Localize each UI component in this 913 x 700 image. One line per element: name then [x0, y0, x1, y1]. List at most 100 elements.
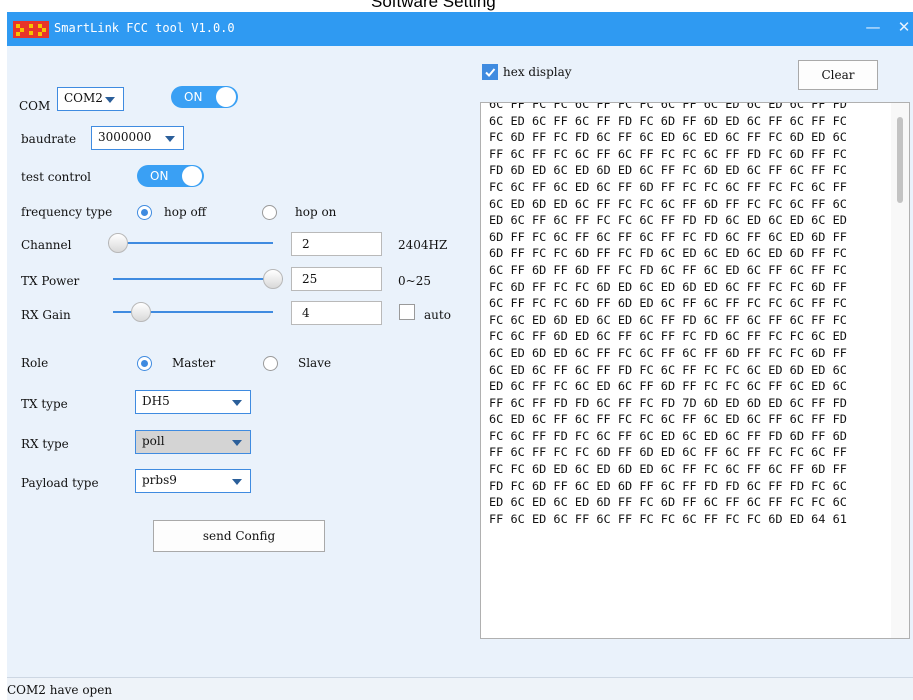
auto-checkbox[interactable]: [399, 304, 415, 320]
hex-line: FC 6D FF FC FC 6D ED 6C ED 6D ED 6C FF F…: [489, 279, 847, 294]
chevron-down-icon: [232, 479, 242, 485]
chevron-down-icon: [165, 136, 175, 142]
payload-type-select[interactable]: prbs9: [135, 469, 251, 493]
tx-power-field[interactable]: 25: [291, 267, 382, 291]
com-toggle-label: ON: [184, 90, 203, 104]
hex-display-label: hex display: [503, 65, 572, 79]
chevron-down-icon: [232, 440, 242, 446]
window-title: SmartLink FCC tool V1.0.0: [54, 21, 235, 35]
hex-line: 6C ED 6C FF 6C FF FD FC 6C FF FC FC 6C E…: [489, 362, 847, 377]
chevron-down-icon: [232, 400, 242, 406]
clear-button[interactable]: Clear: [798, 60, 878, 90]
hex-line: FF 6C FF FC FC 6D FF 6D ED 6C FF 6C FF F…: [489, 445, 847, 460]
tx-power-slider-track: [113, 278, 283, 280]
rx-type-select-value: poll: [142, 434, 165, 448]
tx-power-range: 0~25: [398, 274, 431, 288]
caption-text: Software Setting: [371, 0, 496, 11]
hex-line: ED 6C FF 6C FF FC FC 6C FF FD FD 6C ED 6…: [489, 213, 847, 228]
hex-line: 6D FF FC FC 6D FF FC FD 6C ED 6C ED 6C E…: [489, 246, 847, 261]
slave-radio[interactable]: [263, 356, 278, 371]
app-logo-icon: [13, 21, 49, 38]
hex-line: 6D FF FC 6C FF 6C FF 6C FF FC FD 6C FF 6…: [489, 229, 847, 244]
com-label: COM: [19, 99, 51, 113]
master-label: Master: [172, 356, 216, 370]
com-select-value: COM2: [64, 91, 103, 105]
channel-field[interactable]: 2: [291, 232, 382, 256]
hex-line: FC 6D FF FC FD 6C FF 6C ED 6C ED 6C FF F…: [489, 130, 847, 145]
slave-label: Slave: [298, 356, 332, 370]
scrollbar-thumb[interactable]: [897, 117, 903, 203]
hex-line: 6C FF 6D FF 6D FF FC FD 6C FF 6C ED 6C F…: [489, 262, 847, 277]
hop-on-radio[interactable]: [262, 205, 277, 220]
test-control-toggle-knob: [182, 166, 202, 186]
hex-line: FF 6C FF FC 6C FF 6C FF FC FC 6C FF FD F…: [489, 146, 847, 161]
hex-line: 6C ED 6C FF 6C FF FC FC 6C FF 6C ED 6C F…: [489, 412, 847, 427]
com-toggle-knob: [216, 87, 236, 107]
channel-slider-track: [108, 242, 273, 244]
main-panel: COM COM2 ON baudrate 3000000 test contro…: [7, 46, 913, 677]
rx-gain-label: RX Gain: [21, 308, 71, 322]
rx-type-select[interactable]: poll: [135, 430, 251, 454]
channel-field-value: 2: [302, 237, 310, 251]
window-titlebar[interactable]: SmartLink FCC tool V1.0.0 — ✕: [7, 12, 913, 46]
hex-line: FC 6C FF 6C ED 6C FF 6D FF FC FC 6C FF F…: [489, 179, 847, 194]
hex-line: 6C ED 6D ED 6C FF FC FC 6C FF 6D FF FC F…: [489, 196, 847, 211]
hex-line: 6C ED 6C FF 6C FF FD FC 6D FF 6D ED 6C F…: [489, 113, 847, 128]
master-radio[interactable]: [137, 356, 152, 371]
hex-line: 6C ED 6D ED 6C FF FC 6C FF 6C FF 6D FF F…: [489, 345, 847, 360]
status-text: COM2 have open: [7, 683, 113, 697]
rx-gain-field[interactable]: 4: [291, 301, 382, 325]
tx-type-select[interactable]: DH5: [135, 390, 251, 414]
tx-type-select-value: DH5: [142, 394, 170, 408]
hex-line: FC FC 6D ED 6C ED 6D ED 6C FF FC 6C FF 6…: [489, 462, 847, 477]
baudrate-label: baudrate: [21, 132, 77, 146]
hex-line: FD 6D ED 6C ED 6D ED 6C FF FC 6D ED 6C F…: [489, 163, 847, 178]
tx-type-label: TX type: [21, 397, 68, 411]
tx-power-field-value: 25: [302, 272, 318, 286]
hex-output-text: 6C FF FC FC 6C FF FC FC 6C FF 6C ED 6C E…: [489, 102, 847, 527]
channel-slider-thumb[interactable]: [108, 233, 128, 253]
top-caption: Software Setting: [0, 0, 913, 12]
hex-line: 6C FF FC FC 6C FF FC FC 6C FF 6C ED 6C E…: [489, 102, 847, 111]
checkmark-icon: [485, 68, 496, 77]
frequency-type-label: frequency type: [21, 205, 113, 219]
test-control-toggle[interactable]: ON: [137, 165, 204, 187]
test-control-toggle-label: ON: [150, 169, 169, 183]
channel-label: Channel: [21, 238, 72, 252]
baudrate-select[interactable]: 3000000: [91, 126, 184, 150]
send-config-button[interactable]: send Config: [153, 520, 325, 552]
chevron-down-icon: [105, 97, 115, 103]
rx-gain-slider-thumb[interactable]: [131, 302, 151, 322]
tx-power-label: TX Power: [21, 274, 80, 288]
role-label: Role: [21, 356, 49, 370]
vertical-scrollbar[interactable]: [891, 103, 909, 638]
channel-frequency: 2404HZ: [398, 238, 448, 252]
hex-output-area[interactable]: 6C FF FC FC 6C FF FC FC 6C FF 6C ED 6C E…: [480, 102, 910, 639]
rx-type-label: RX type: [21, 437, 69, 451]
rx-gain-slider[interactable]: [113, 302, 273, 322]
tx-power-slider-thumb[interactable]: [263, 269, 283, 289]
tx-power-slider[interactable]: [113, 269, 283, 289]
payload-type-select-value: prbs9: [142, 473, 177, 487]
hop-off-radio[interactable]: [137, 205, 152, 220]
status-bar: COM2 have open: [7, 677, 913, 700]
hex-line: FF 6C ED 6C FF 6C FF FC FC 6C FF FC FC 6…: [489, 511, 847, 526]
hex-line: ED 6C FF FC 6C ED 6C FF 6D FF FC FC 6C F…: [489, 379, 847, 394]
hex-line: FD FC 6D FF 6C ED 6D FF 6C FF FD FD 6C F…: [489, 478, 847, 493]
test-control-label: test control: [21, 170, 92, 184]
payload-type-label: Payload type: [21, 476, 99, 490]
com-toggle[interactable]: ON: [171, 86, 238, 108]
com-select[interactable]: COM2: [57, 87, 124, 111]
hex-display-checkbox[interactable]: [482, 64, 498, 80]
auto-label: auto: [424, 308, 451, 322]
channel-slider[interactable]: [108, 233, 273, 253]
hex-line: FC 6C FF FD FC 6C FF 6C ED 6C ED 6C FF F…: [489, 428, 847, 443]
rx-gain-field-value: 4: [302, 306, 310, 320]
baudrate-select-value: 3000000: [98, 130, 152, 144]
close-icon[interactable]: ✕: [895, 18, 913, 38]
hop-on-label: hop on: [295, 205, 337, 219]
hop-off-label: hop off: [164, 205, 207, 219]
hex-line: FC 6C ED 6D ED 6C ED 6C FF FD 6C FF 6C F…: [489, 312, 847, 327]
minimize-icon[interactable]: —: [864, 18, 882, 38]
hex-line: FC 6C FF 6D ED 6C FF 6C FF FC FD 6C FF F…: [489, 329, 847, 344]
